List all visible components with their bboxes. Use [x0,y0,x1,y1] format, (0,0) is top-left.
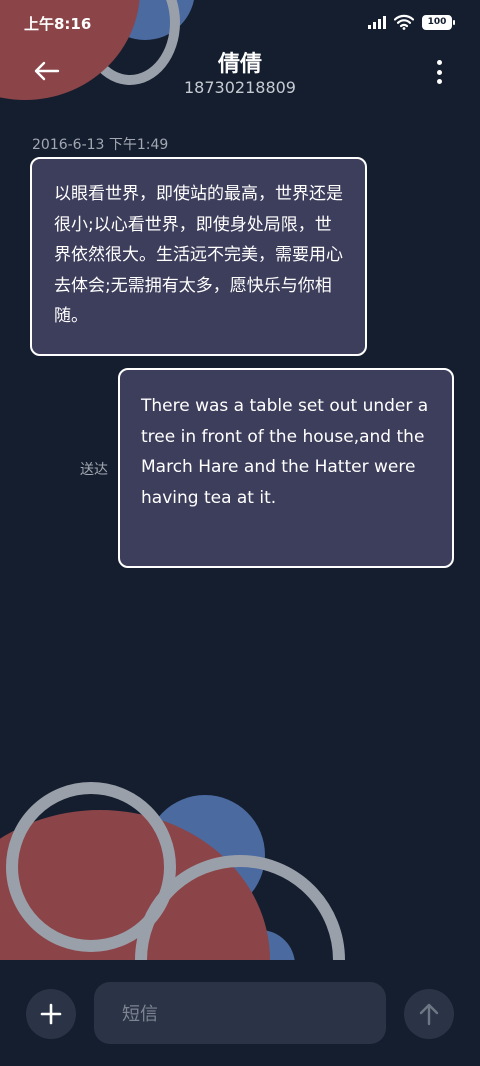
composer-bar: 短信 [0,960,480,1066]
message-timestamp: 2016-6-13 下午1:49 [32,137,169,153]
message-input[interactable]: 短信 [94,982,386,1044]
message-text: 以眼看世界，即使站的最高，世界还是很小;以心看世界，即使身处局限，世界依然很大。… [54,184,343,326]
message-input-placeholder: 短信 [122,1004,158,1025]
send-button[interactable] [404,989,454,1039]
battery-icon: 100 [422,14,455,30]
status-icons: 100 [368,14,455,30]
signal-icon [368,15,386,29]
messaging-screen: 上午8:16 100 倩倩 18730218809 2016-6-13 下午1:… [0,0,480,1066]
arrow-up-icon [419,1003,439,1026]
contact-number: 18730218809 [184,78,296,97]
incoming-message-bubble[interactable]: 以眼看世界，即使站的最高，世界还是很小;以心看世界，即使身处局限，世界依然很大。… [30,157,367,356]
delivery-status: 送达 [80,462,108,478]
conversation-header: 倩倩 18730218809 [0,44,480,104]
more-options-button[interactable] [434,60,444,84]
add-attachment-button[interactable] [26,989,76,1039]
more-vertical-icon [436,60,442,65]
plus-icon [40,1003,62,1025]
message-text: There was a table set out under a tree i… [141,396,429,508]
decor-ring [6,782,176,952]
status-time: 上午8:16 [24,15,92,33]
outgoing-message-bubble[interactable]: There was a table set out under a tree i… [118,368,454,568]
wifi-icon [394,14,414,30]
status-bar: 上午8:16 100 [0,0,480,44]
contact-name: 倩倩 [217,52,262,77]
